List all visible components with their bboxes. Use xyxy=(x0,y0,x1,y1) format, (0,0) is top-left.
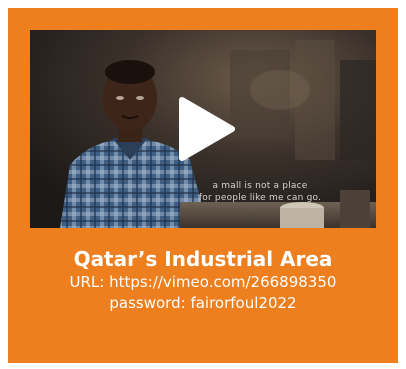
password-value: fairorfoul2022 xyxy=(190,294,297,312)
url-line: URL: https://vimeo.com/266898350 xyxy=(8,272,398,293)
video-title: Qatar’s Industrial Area xyxy=(73,247,333,271)
url-label: URL: xyxy=(69,273,105,291)
password-line: password: fairorfoul2022 xyxy=(8,293,398,314)
video-info: Qatar’s Industrial Area URL: https://vim… xyxy=(8,246,398,314)
play-icon xyxy=(179,97,235,161)
video-player[interactable]: a mall is not a place for people like me… xyxy=(30,30,376,228)
subtitle-line-2: for people like me can go. xyxy=(198,193,322,203)
video-url-link[interactable]: https://vimeo.com/266898350 xyxy=(109,273,336,291)
play-button[interactable] xyxy=(170,96,236,162)
video-subtitle: a mall is not a place for people like me… xyxy=(190,180,330,204)
subtitle-line-1: a mall is not a place xyxy=(212,181,308,191)
password-label: password: xyxy=(109,294,186,312)
video-card: a mall is not a place for people like me… xyxy=(8,8,398,363)
